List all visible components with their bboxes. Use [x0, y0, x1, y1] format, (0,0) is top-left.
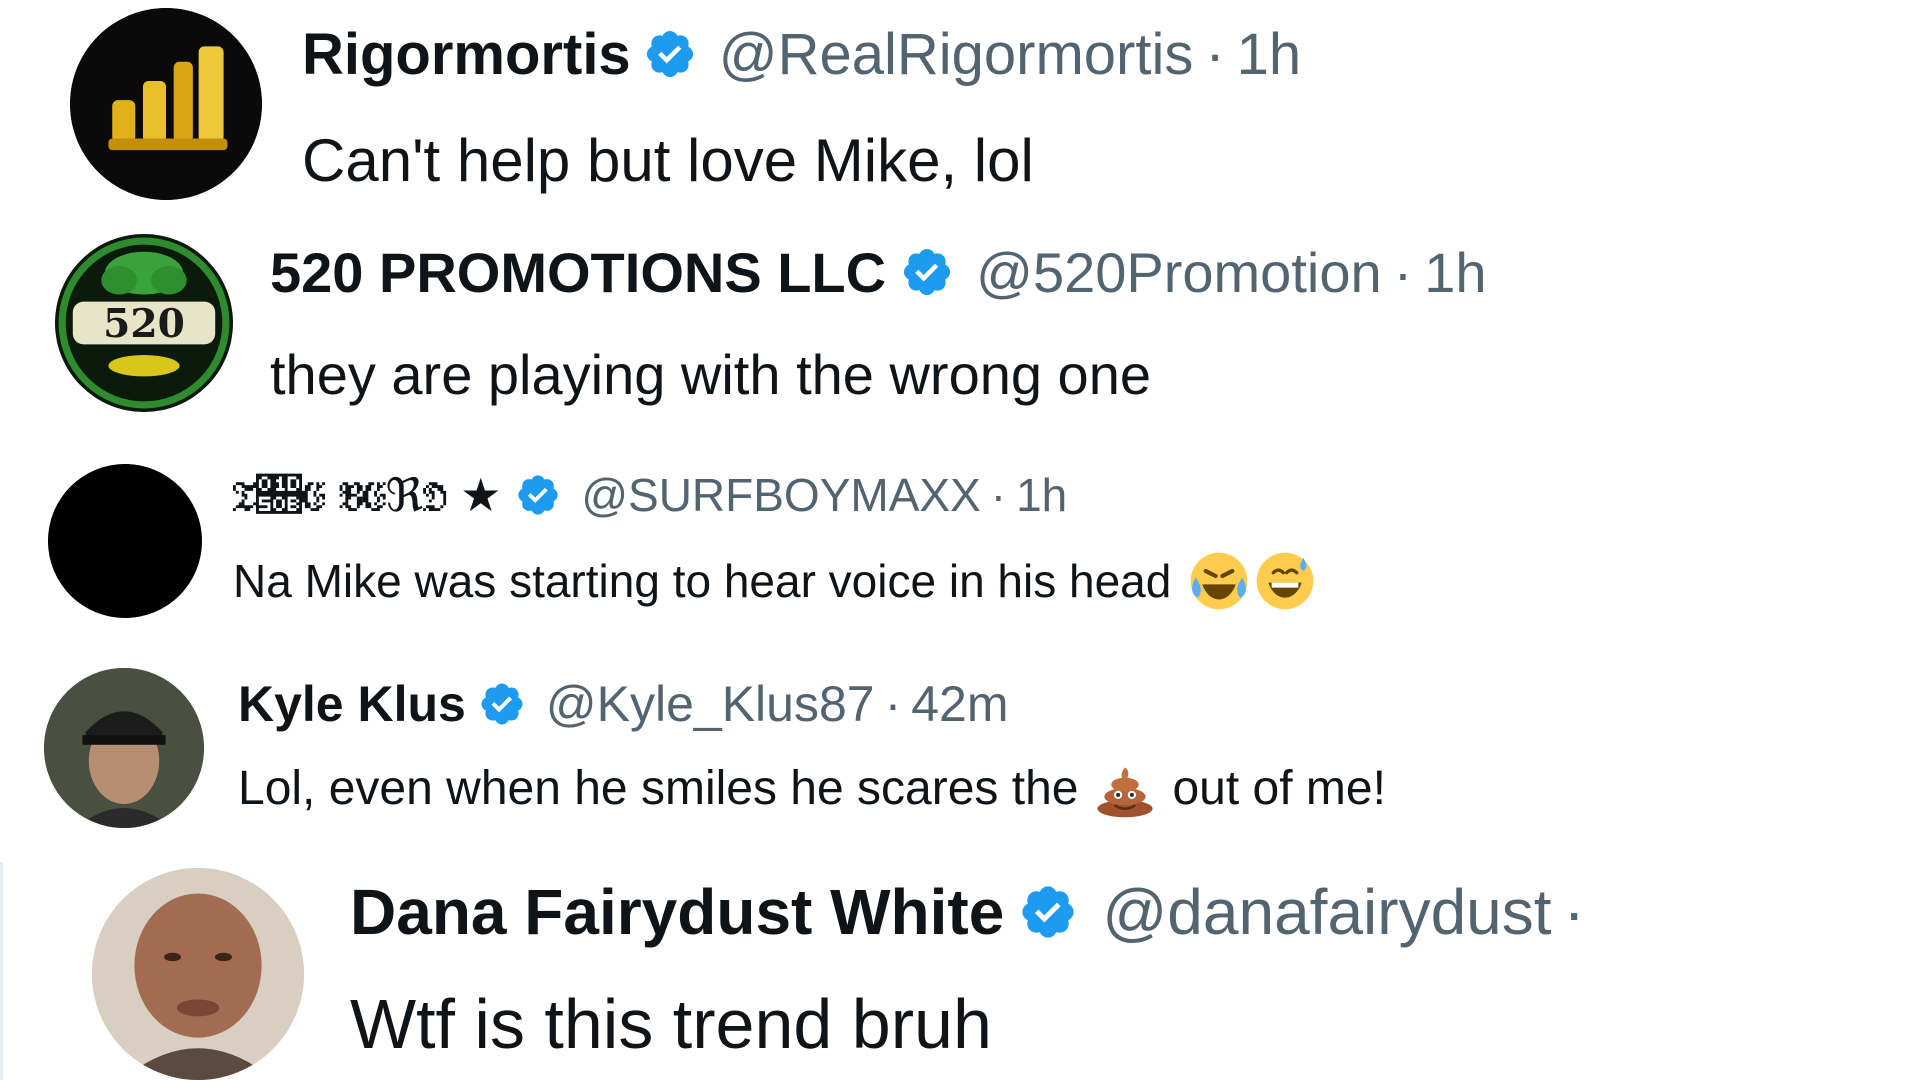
- display-name[interactable]: Rigormortis: [302, 21, 631, 88]
- user-handle[interactable]: @520Promotion: [976, 240, 1382, 305]
- reply-text-before: Lol, even when he smiles he scares the: [238, 761, 1079, 815]
- man-with-cap-photo-icon: [44, 668, 204, 828]
- man-face-photo-icon: [92, 868, 304, 1080]
- reply-text: they are playing with the wrong one: [270, 342, 1151, 406]
- verified-badge-icon: [1018, 882, 1078, 942]
- user-handle[interactable]: @SURFBOYMAXX: [581, 468, 980, 522]
- reply-kyle-klus[interactable]: Kyle Klus @Kyle_Klus87 · 42m Lol, even w…: [0, 660, 1920, 860]
- avatar-dana-fairydust-white[interactable]: [92, 868, 304, 1080]
- verified-badge-icon: [515, 472, 561, 518]
- user-handle[interactable]: @danafairydust: [1102, 875, 1551, 949]
- reply-text-line: Na Mike was starting to hear voice in hi…: [233, 552, 1315, 610]
- star-glyph: ★: [460, 469, 502, 521]
- reply-text-after: out of me!: [1172, 761, 1386, 815]
- verified-badge-icon: [478, 680, 526, 728]
- timestamp[interactable]: 42m: [911, 675, 1008, 733]
- timestamp[interactable]: 1h: [1016, 468, 1067, 522]
- display-name[interactable]: Dana Fairydust White: [350, 875, 1004, 949]
- verified-badge-icon: [900, 245, 954, 299]
- 520-logo-text: 520: [103, 301, 185, 347]
- reply-rigormortis[interactable]: Rigormortis @RealRigormortis · 1h Can't …: [0, 0, 1920, 215]
- display-name[interactable]: 𝔗𝔋𝔈 𝔅𝔈ℜ𝔇: [233, 468, 446, 522]
- user-handle[interactable]: @RealRigormortis: [719, 21, 1194, 88]
- reply-dana-fairydust-white[interactable]: Dana Fairydust White @danafairydust · Wt…: [0, 862, 1920, 1080]
- avatar-kyle-klus[interactable]: [44, 668, 204, 828]
- reply-520-promotions[interactable]: 520 520 PROMOTIONS LLC @520Promotion · 1…: [0, 220, 1920, 420]
- user-handle[interactable]: @Kyle_Klus87: [546, 675, 875, 733]
- separator-dot: ·: [1563, 876, 1585, 948]
- verified-badge-icon: [643, 27, 697, 81]
- pile-of-poo-emoji-icon: [1094, 757, 1156, 819]
- separator-dot: ·: [990, 469, 1007, 521]
- reply-text: Can't help but love Mike, lol: [302, 126, 1034, 194]
- gold-stacks-logo-icon: [70, 8, 262, 200]
- display-name[interactable]: Kyle Klus: [238, 675, 466, 733]
- grinning-sweat-emoji-icon: [1255, 551, 1315, 611]
- black-circle-avatar-icon: [48, 464, 202, 618]
- timestamp[interactable]: 1h: [1424, 240, 1486, 305]
- 520-tree-logo-icon: 520: [55, 234, 233, 412]
- separator-dot: ·: [1205, 21, 1225, 87]
- avatar-surfboymaxx[interactable]: [48, 464, 202, 618]
- display-name[interactable]: 520 PROMOTIONS LLC: [270, 240, 886, 305]
- reply-text: Na Mike was starting to hear voice in hi…: [233, 555, 1172, 607]
- reply-surfboymaxx[interactable]: 𝔗𝔋𝔈 𝔅𝔈ℜ𝔇 ★ @SURFBOYMAXX · 1h Na Mike was…: [0, 442, 1920, 642]
- separator-dot: ·: [884, 676, 902, 732]
- replies-thread: Rigormortis @RealRigormortis · 1h Can't …: [0, 0, 1920, 1080]
- avatar-rigormortis[interactable]: [70, 8, 262, 200]
- timestamp[interactable]: 1h: [1237, 21, 1302, 88]
- reply-text-line: Lol, even when he smiles he scares the o…: [238, 758, 1386, 818]
- reply-text: Wtf is this trend bruh: [350, 985, 992, 1063]
- face-with-tears-of-joy-emoji-icon: [1189, 551, 1249, 611]
- avatar-520-promotions[interactable]: 520: [55, 234, 233, 412]
- separator-dot: ·: [1393, 240, 1413, 304]
